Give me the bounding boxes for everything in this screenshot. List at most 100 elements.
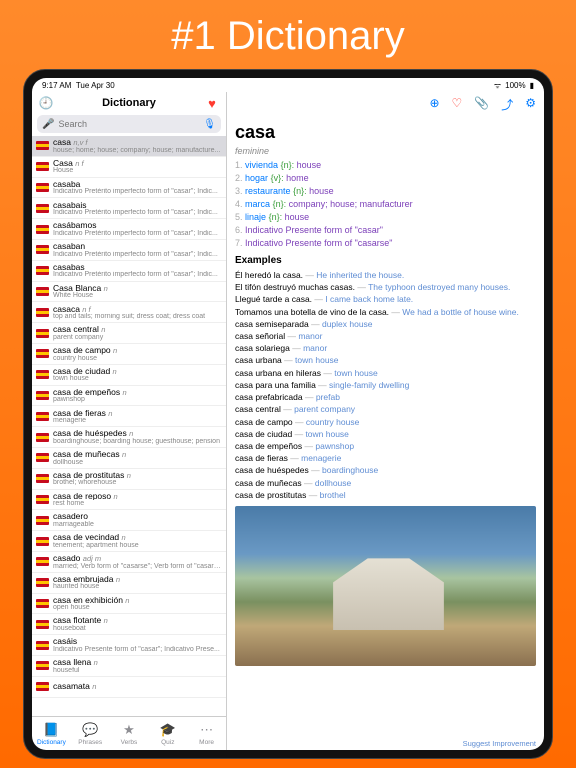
mic-icon[interactable]: 🎙 [203, 119, 216, 130]
share-icon[interactable]: ⤴ [501, 96, 513, 113]
tab-verbs[interactable]: ★Verbs [110, 717, 149, 750]
status-time: 9:17 AM [42, 81, 71, 90]
screen: 9:17 AM Tue Apr 30 ᯤ 100% ▮ 🕘 Dictionary ♥… [32, 78, 544, 750]
left-title: Dictionary [54, 97, 204, 109]
globe-icon[interactable]: ⊕ [429, 96, 439, 113]
list-item[interactable]: casa de ciudad ntown house [32, 365, 226, 386]
settings-icon[interactable]: ⚙ [525, 96, 536, 113]
phrase: casa solariega — manor [235, 343, 536, 355]
wifi-icon: ᯤ [494, 80, 501, 91]
tab-icon: 💬 [82, 722, 98, 738]
phrase: casa de campo — country house [235, 417, 536, 429]
search-field[interactable]: 🎤 🎙 [37, 115, 221, 133]
phrase: casa urbana — town house [235, 355, 536, 367]
list-item[interactable]: Casa n fHouse [32, 157, 226, 178]
flag-icon [36, 287, 49, 296]
sense: 4. marca {n}: company; house; manufactur… [235, 198, 536, 210]
phrase: casa central — parent company [235, 404, 536, 416]
detail-toolbar: ⊕ ♡ 📎 ⤴ ⚙ [227, 92, 544, 118]
tab-icon: ⋯ [200, 722, 213, 738]
flag-icon [36, 661, 49, 670]
list-item[interactable]: casado adj mmarried; Verb form of "casar… [32, 552, 226, 573]
list-item[interactable]: casa de empeños npawnshop [32, 386, 226, 407]
list-item[interactable]: casa de fieras nmenagerie [32, 406, 226, 427]
headline: #1 Dictionary [171, 14, 404, 59]
entry-list[interactable]: casa n,v fhouse; home; house; company; h… [32, 136, 226, 716]
left-pane: 🕘 Dictionary ♥ 🎤 🎙 casa n,v fhouse; home… [32, 92, 227, 750]
sense: 1. vivienda {n}: house [235, 159, 536, 171]
status-date: Tue Apr 30 [76, 81, 115, 90]
flag-icon [36, 329, 49, 338]
search-input[interactable] [58, 119, 199, 129]
battery-pct: 100% [505, 81, 525, 90]
tab-bar[interactable]: 📘Dictionary💬Phrases★Verbs🎓Quiz⋯More [32, 716, 226, 750]
list-item[interactable]: casáisIndicativo Presente form of "casar… [32, 635, 226, 656]
tab-phrases[interactable]: 💬Phrases [71, 717, 110, 750]
tab-quiz[interactable]: 🎓Quiz [148, 717, 187, 750]
list-item[interactable]: casa de huéspedes nboardinghouse; boardi… [32, 427, 226, 448]
mic-left-icon[interactable]: 🎤 [42, 119, 54, 130]
list-item[interactable]: casa de prostitutas nbrothel; whorehouse [32, 469, 226, 490]
flag-icon [36, 474, 49, 483]
tablet-frame: 9:17 AM Tue Apr 30 ᯤ 100% ▮ 🕘 Dictionary ♥… [23, 69, 553, 759]
right-pane: ⊕ ♡ 📎 ⤴ ⚙ casa feminine 1. vivienda {n}:… [227, 92, 544, 750]
example: El tifón destruyó muchas casas. — The ty… [235, 282, 536, 294]
flag-icon [36, 412, 49, 421]
list-item[interactable]: casa de campo ncountry house [32, 344, 226, 365]
suggest-improvement-link[interactable]: Suggest Improvement [227, 737, 544, 750]
gender-label: feminine [235, 145, 536, 157]
list-item[interactable]: casa n,v fhouse; home; house; company; h… [32, 136, 226, 157]
heart-icon[interactable]: ♥ [204, 95, 220, 111]
list-item[interactable]: casa de muñecas ndollhouse [32, 448, 226, 469]
tab-label: More [199, 739, 214, 746]
phrase: casa de ciudad — town house [235, 429, 536, 441]
flag-icon [36, 599, 49, 608]
sense: 3. restaurante {n}: house [235, 185, 536, 197]
sense: 2. hogar {v}: home [235, 172, 536, 184]
flag-icon [36, 578, 49, 587]
sense: 7. Indicativo Presente form of "casarse" [235, 237, 536, 249]
phrase: casa de prostitutas — brothel [235, 490, 536, 502]
flag-icon [36, 308, 49, 317]
list-item[interactable]: casa embrujada nhaunted house [32, 573, 226, 594]
list-item[interactable]: casaderomarriageable [32, 510, 226, 531]
tab-more[interactable]: ⋯More [187, 717, 226, 750]
favorite-icon[interactable]: ♡ [452, 96, 463, 113]
tab-label: Dictionary [37, 739, 66, 746]
flag-icon [36, 391, 49, 400]
example: Llegué tarde a casa. — I came back home … [235, 294, 536, 306]
list-item[interactable]: casábamosIndicativo Pretérito imperfecto… [32, 219, 226, 240]
flag-icon [36, 641, 49, 650]
list-item[interactable]: Casa Blanca nWhite House [32, 282, 226, 303]
tab-label: Phrases [78, 739, 102, 746]
list-item[interactable]: casabasIndicativo Pretérito imperfecto f… [32, 261, 226, 282]
phrase: casa de empeños — pawnshop [235, 441, 536, 453]
list-item[interactable]: casa llena nhouseful [32, 656, 226, 677]
headword-image [235, 506, 536, 666]
list-item[interactable]: casabanIndicativo Pretérito imperfecto f… [32, 240, 226, 261]
flag-icon [36, 537, 49, 546]
phrase: casa semiseparada — duplex house [235, 319, 536, 331]
list-item[interactable]: casamata n [32, 677, 226, 698]
phrase: casa señorial — manor [235, 331, 536, 343]
list-item[interactable]: casa central nparent company [32, 323, 226, 344]
phrase: casa para una familia — single-family dw… [235, 380, 536, 392]
list-item[interactable]: casaca n ftop and tails; morning suit; d… [32, 302, 226, 323]
phrase: casa de huéspedes — boardinghouse [235, 465, 536, 477]
phrase: casa de fieras — menagerie [235, 453, 536, 465]
battery-icon: ▮ [530, 81, 534, 90]
list-item[interactable]: casabaisIndicativo Pretérito imperfecto … [32, 198, 226, 219]
tab-icon: 📘 [43, 722, 59, 738]
flag-icon [36, 349, 49, 358]
attachment-icon[interactable]: 📎 [474, 96, 489, 113]
list-item[interactable]: casa en exhibición nopen house [32, 594, 226, 615]
list-item[interactable]: casa de vecindad ntenement; apartment ho… [32, 531, 226, 552]
tab-dictionary[interactable]: 📘Dictionary [32, 717, 71, 750]
history-icon[interactable]: 🕘 [38, 95, 54, 111]
flag-icon [36, 433, 49, 442]
list-item[interactable]: casa de reposo nrest home [32, 490, 226, 511]
flag-icon [36, 204, 49, 213]
list-item[interactable]: casabaIndicativo Pretérito imperfecto fo… [32, 178, 226, 199]
list-item[interactable]: casa flotante nhouseboat [32, 614, 226, 635]
flag-icon [36, 557, 49, 566]
